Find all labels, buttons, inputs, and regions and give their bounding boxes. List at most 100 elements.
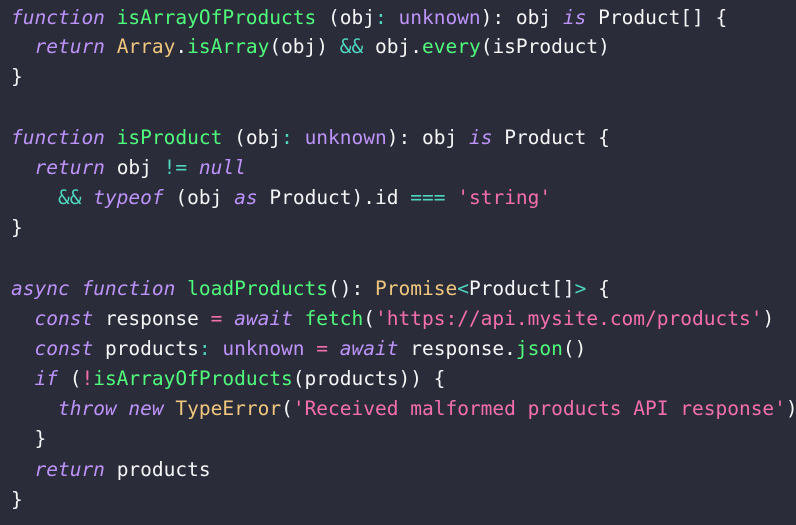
code-token-plain: } bbox=[11, 487, 23, 511]
code-token-keyword: function bbox=[11, 6, 105, 29]
code-token-keyword: function bbox=[11, 125, 105, 149]
code-token-plain: (obj bbox=[175, 185, 223, 209]
code-token-assign: = bbox=[316, 336, 329, 360]
code-token-plain: ) bbox=[786, 397, 796, 420]
code-token-keyword: null bbox=[198, 155, 246, 179]
code-line: throw new TypeError('Received malformed … bbox=[0, 394, 796, 424]
code-token-keyword: return bbox=[34, 457, 105, 481]
code-token-plain: Product { bbox=[504, 125, 610, 149]
code-token-keyword: return bbox=[34, 155, 105, 179]
code-token-func: json bbox=[515, 336, 563, 360]
code-token-plain: . bbox=[175, 35, 188, 58]
code-token-plain: obj bbox=[375, 35, 411, 58]
code-token-plain: (isProduct) bbox=[480, 35, 610, 58]
code-token-operator: && bbox=[57, 185, 82, 209]
code-token-plain: ( bbox=[222, 125, 246, 149]
code-token-keyword: if bbox=[34, 367, 58, 391]
code-token-builtin: unknown bbox=[304, 125, 387, 149]
code-token-plain: ( bbox=[316, 6, 340, 29]
code-token-operator: < bbox=[457, 276, 469, 300]
code-editor-surface: function isArrayOfProducts (obj: unknown… bbox=[0, 0, 796, 525]
code-token-plain: response bbox=[104, 306, 199, 330]
code-line: function isArrayOfProducts (obj: unknown… bbox=[0, 0, 796, 32]
code-token-plain: ( bbox=[57, 367, 82, 391]
code-line: async function loadProducts(): Promise<P… bbox=[0, 274, 796, 304]
code-token-builtin: unknown bbox=[222, 336, 305, 360]
code-token-type: Promise bbox=[375, 276, 458, 300]
code-token-builtin: unknown bbox=[398, 6, 481, 29]
code-token-assign: = bbox=[210, 306, 223, 330]
code-token-keyword: is bbox=[468, 125, 493, 149]
code-token-plain: ): bbox=[480, 6, 505, 29]
code-line: function isProduct (obj: unknown): obj i… bbox=[0, 123, 796, 153]
code-token-func: isArray bbox=[187, 35, 270, 58]
code-token-plain: obj bbox=[515, 6, 552, 29]
code-token-keyword: const bbox=[34, 336, 94, 360]
code-line: } bbox=[0, 424, 796, 454]
code-token-keyword: async bbox=[11, 276, 70, 300]
code-token-operator: === bbox=[410, 185, 446, 209]
code-token-plain: (products)) { bbox=[292, 367, 446, 391]
code-token-plain: } bbox=[11, 216, 23, 240]
code-token-keyword: await bbox=[339, 336, 399, 360]
code-line: const products: unknown = await response… bbox=[0, 334, 796, 364]
code-token-plain: obj bbox=[116, 155, 152, 179]
code-token-plain: ( bbox=[281, 397, 293, 421]
code-token-operator: > bbox=[574, 276, 587, 300]
code-token-func: loadProducts bbox=[187, 276, 329, 300]
code-token-keyword: new bbox=[128, 397, 164, 421]
code-line: && typeof (obj as Product).id === 'strin… bbox=[0, 183, 796, 213]
code-token-keyword: typeof bbox=[93, 185, 164, 209]
code-token-type: TypeError bbox=[175, 397, 282, 421]
code-token-assign: ! bbox=[81, 367, 94, 391]
code-token-plain: products bbox=[116, 457, 211, 481]
code-token-plain: ( bbox=[363, 306, 376, 330]
code-token-plain: } bbox=[11, 427, 47, 451]
code-token-operator: != bbox=[163, 155, 188, 179]
code-token-keyword: const bbox=[34, 306, 94, 330]
code-token-keyword: as bbox=[234, 185, 258, 209]
code-token-plain: response bbox=[410, 336, 505, 360]
code-token-plain: obj bbox=[421, 125, 458, 149]
code-token-type: Array bbox=[116, 35, 176, 58]
code-block[interactable]: function isArrayOfProducts (obj: unknown… bbox=[0, 0, 796, 515]
code-token-plain: { bbox=[586, 276, 610, 300]
code-token-keyword: is bbox=[562, 6, 587, 29]
code-token-operator: : bbox=[198, 336, 211, 360]
code-token-plain: Product[] bbox=[468, 276, 575, 300]
